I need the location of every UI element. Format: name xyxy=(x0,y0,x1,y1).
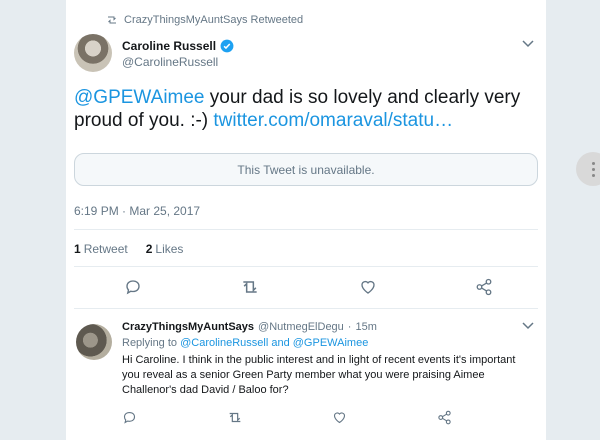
divider xyxy=(74,266,538,267)
reply-button[interactable] xyxy=(124,278,142,296)
retweet-button[interactable] xyxy=(240,278,260,296)
more-icon[interactable] xyxy=(576,152,600,186)
avatar[interactable] xyxy=(74,34,112,72)
chevron-down-icon[interactable] xyxy=(522,40,534,48)
avatar[interactable] xyxy=(76,324,112,360)
replying-to-prefix: Replying to xyxy=(122,337,181,349)
author-name[interactable]: Caroline Russell xyxy=(122,39,234,53)
tweet-text: @GPEWAimee your dad is so lovely and cle… xyxy=(74,86,534,132)
retweet-button[interactable] xyxy=(227,410,243,430)
quoted-tweet-unavailable: This Tweet is unavailable. xyxy=(74,153,538,186)
reply-button[interactable] xyxy=(122,410,137,430)
author-handle[interactable]: @CarolineRussell xyxy=(122,55,218,69)
like-button[interactable] xyxy=(332,410,347,430)
like-icon xyxy=(334,412,346,424)
like-icon xyxy=(360,280,375,294)
likes-stat[interactable]: 2 Likes xyxy=(146,242,184,256)
divider xyxy=(74,229,538,230)
reply-text: Hi Caroline. I think in the public inter… xyxy=(122,354,516,396)
share-button[interactable] xyxy=(475,278,493,296)
reply-actions xyxy=(122,410,482,430)
replying-to-users[interactable]: @CarolineRussell and @GPEWAimee xyxy=(180,337,368,349)
reply-icon xyxy=(126,280,140,295)
divider xyxy=(74,308,538,309)
verified-icon xyxy=(220,39,234,53)
author-name-text[interactable]: Caroline Russell xyxy=(122,39,216,53)
share-icon xyxy=(476,278,492,296)
share-button[interactable] xyxy=(437,410,452,430)
reply-icon xyxy=(123,411,136,424)
reply-author-name[interactable]: CrazyThingsMyAuntSays xyxy=(122,321,254,333)
retweet-icon xyxy=(243,281,257,293)
tweet-link[interactable]: twitter.com/omaraval/statu… xyxy=(213,110,453,131)
mention-link[interactable]: @GPEWAimee xyxy=(74,87,205,108)
tweet-card: CrazyThingsMyAuntSays Retweeted Caroline… xyxy=(66,0,546,440)
reply-header: CrazyThingsMyAuntSays @NutmegElDegu · 15… xyxy=(122,321,377,333)
replying-to: Replying to @CarolineRussell and @GPEWAi… xyxy=(122,337,368,349)
tweet-stats: 1 Retweet 2 Likes xyxy=(74,242,183,256)
retweet-icon xyxy=(108,16,116,24)
share-icon xyxy=(438,410,451,425)
retweet-context: CrazyThingsMyAuntSays Retweeted xyxy=(106,14,303,26)
retweet-icon xyxy=(229,412,240,423)
retweet-context-text[interactable]: CrazyThingsMyAuntSays Retweeted xyxy=(124,14,303,26)
reply-author-handle[interactable]: @NutmegElDegu xyxy=(258,321,344,333)
quote-unavailable-text: This Tweet is unavailable. xyxy=(237,162,375,177)
reply-tweet[interactable]: CrazyThingsMyAuntSays @NutmegElDegu · 15… xyxy=(66,310,546,440)
retweets-stat[interactable]: 1 Retweet xyxy=(74,242,128,256)
reply-time[interactable]: 15m xyxy=(355,321,376,333)
separator-dot: · xyxy=(347,321,352,333)
tweet-actions xyxy=(74,278,538,296)
like-button[interactable] xyxy=(359,278,377,296)
chevron-down-icon[interactable] xyxy=(522,322,534,330)
tweet-timestamp[interactable]: 6:19 PM · Mar 25, 2017 xyxy=(74,204,200,218)
